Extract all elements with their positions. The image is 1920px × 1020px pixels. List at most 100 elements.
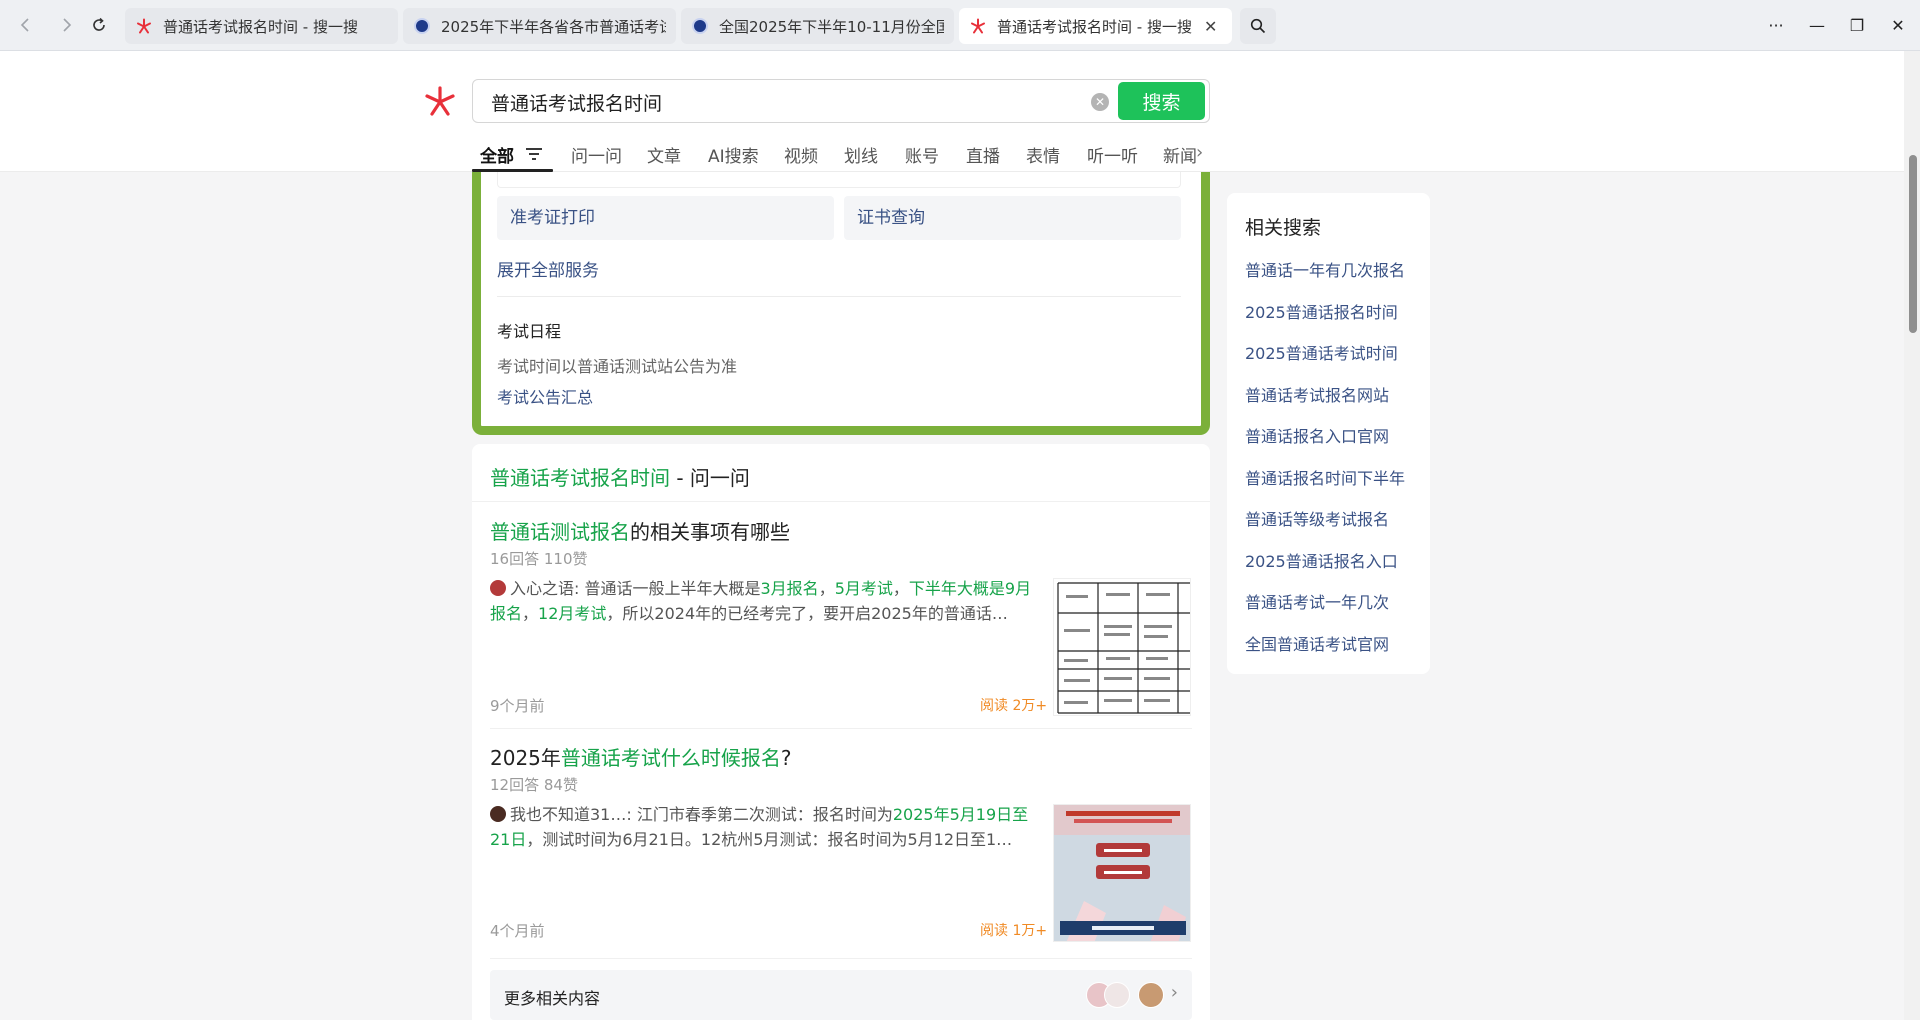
more-related-label: 更多相关内容	[504, 989, 601, 1008]
related-search-link[interactable]: 普通话等级考试报名	[1245, 506, 1389, 530]
tab-articles[interactable]: 文章	[647, 142, 681, 167]
related-search-link[interactable]: 普通话考试一年几次	[1245, 589, 1389, 613]
clear-search-icon[interactable]: ✕	[1091, 93, 1109, 111]
tab-video[interactable]: 视频	[784, 142, 818, 167]
search-box: ✕ 搜索	[472, 79, 1210, 123]
title-rest: ?	[780, 746, 792, 770]
schedule-note: 考试时间以普通话测试站公告为准	[497, 357, 738, 376]
read-count: 阅读 1万+	[980, 923, 1048, 939]
tab-stickers[interactable]: 表情	[1026, 142, 1060, 167]
browser-tab-1[interactable]: 普通话考试报名时间 - 搜一搜	[125, 8, 398, 44]
answer-thumbnail-registration-image[interactable]	[1053, 804, 1191, 942]
tab-title: 全国2025年下半年10-11月份全国	[719, 17, 944, 36]
snippet-text: 江门市春季第二次测试：报名时间为	[636, 805, 893, 824]
scrollbar-thumb[interactable]	[1909, 155, 1917, 333]
sousou-logo-icon[interactable]	[424, 85, 456, 117]
related-search-link[interactable]: 2025普通话报名时间	[1245, 299, 1398, 323]
question-title[interactable]: 普通话测试报名的相关事项有哪些	[490, 516, 790, 545]
page-scrollbar[interactable]	[1904, 51, 1920, 1020]
wenyiwen-header[interactable]: 普通话考试报名时间 - 问一问	[490, 462, 750, 491]
divider	[490, 728, 1192, 729]
reload-button[interactable]	[87, 13, 111, 37]
answer-snippet[interactable]: 入心之语: 普通话一般上半年大概是3月报名，5月考试，下半年大概是9月报名，12…	[490, 576, 1043, 626]
avatar	[1138, 982, 1164, 1008]
tab-news[interactable]: 新闻	[1163, 142, 1197, 167]
restore-button[interactable]: ❐	[1843, 12, 1871, 38]
related-search-link[interactable]: 普通话报名入口官网	[1245, 423, 1389, 447]
search-button[interactable]: 搜索	[1118, 82, 1205, 120]
snippet-text: ，	[522, 604, 539, 623]
more-related-content[interactable]: 更多相关内容 ›	[490, 970, 1192, 1020]
service-admit-card-print[interactable]: 准考证打印	[497, 196, 834, 240]
tab-live[interactable]: 直播	[966, 142, 1000, 167]
search-input[interactable]	[491, 88, 1051, 116]
tab-wenyiwen[interactable]: 问一问	[571, 142, 622, 167]
arrow-left-icon	[20, 18, 29, 32]
question-title[interactable]: 2025年普通话考试什么时候报名?	[490, 742, 792, 771]
forward-button[interactable]	[54, 13, 78, 37]
browser-menu-button[interactable]: ···	[1762, 12, 1790, 38]
minimize-button[interactable]: —	[1803, 12, 1831, 38]
chevron-right-icon: ›	[1170, 982, 1178, 1003]
answer-author: 我也不知道31…:	[510, 805, 637, 824]
divider	[490, 958, 1192, 959]
snippet-highlight: 5月考试	[834, 579, 893, 598]
snippet-text: ，所以2024年的已经考完了，要开启2025年的普通话…	[606, 604, 1008, 623]
related-search-link[interactable]: 普通话报名时间下半年	[1245, 465, 1405, 489]
tabs-scroll-right-icon[interactable]: ›	[1196, 142, 1203, 163]
browser-tab-4-active[interactable]: 普通话考试报名时间 - 搜一搜 ✕	[959, 8, 1232, 44]
related-search-link[interactable]: 普通话一年有几次报名	[1245, 257, 1405, 281]
header-keyword: 普通话考试报名时间	[490, 466, 670, 490]
service-certificate-query[interactable]: 证书查询	[844, 196, 1181, 240]
tab-title: 普通话考试报名时间 - 搜一搜	[163, 17, 358, 36]
snippet-text: ，	[892, 579, 909, 598]
related-search-link[interactable]: 全国普通话考试官网	[1245, 631, 1389, 655]
wenyiwen-card: 普通话考试报名时间 - 问一问 普通话测试报名的相关事项有哪些 16回答 110…	[472, 444, 1210, 1020]
service-card: 准考证打印 证书查询 展开全部服务 考试日程 考试时间以普通话测试站公告为准 考…	[472, 172, 1210, 435]
related-search-link[interactable]: 2025普通话考试时间	[1245, 340, 1398, 364]
title-rest: 的相关事项有哪些	[630, 520, 790, 544]
answer-count: 12回答 84赞	[490, 776, 578, 794]
tab-highlight[interactable]: 划线	[844, 142, 878, 167]
exam-announcements-link[interactable]: 考试公告汇总	[497, 384, 593, 408]
schedule-title: 考试日程	[497, 322, 562, 341]
tab-title: 普通话考试报名时间 - 搜一搜	[997, 17, 1192, 36]
service-row-edge	[497, 172, 1181, 188]
post-time: 4个月前	[490, 922, 545, 940]
sousou-logo-icon	[135, 17, 153, 35]
snippet-text: ，	[818, 579, 835, 598]
snippet-text: ，测试时间为6月21日。12杭州5月测试：报名时间为5月12日至1…	[526, 830, 1013, 849]
avatar	[1104, 982, 1130, 1008]
filter-icon[interactable]	[526, 147, 542, 161]
close-window-button[interactable]: ✕	[1884, 12, 1912, 38]
tab-title: 2025年下半年各省各市普通话考试	[441, 17, 666, 36]
divider	[497, 296, 1181, 297]
snippet-highlight: 3月报名	[760, 579, 819, 598]
related-search-link[interactable]: 普通话考试报名网站	[1245, 382, 1389, 406]
close-tab-icon[interactable]: ✕	[1204, 17, 1217, 36]
header-suffix: - 问一问	[670, 466, 750, 490]
answer-author: 入心之语:	[510, 579, 585, 598]
back-button[interactable]	[14, 13, 38, 37]
tab-search-button[interactable]	[1240, 8, 1276, 44]
browser-tab-2[interactable]: 2025年下半年各省各市普通话考试	[403, 8, 676, 44]
snippet-text: 普通话一般上半年大概是	[584, 579, 761, 598]
divider	[472, 501, 1210, 502]
avatar	[490, 580, 506, 596]
search-icon	[1250, 18, 1266, 34]
expand-all-services-link[interactable]: 展开全部服务	[497, 256, 599, 281]
answer-thumbnail-table-image[interactable]	[1053, 578, 1191, 716]
related-searches-title: 相关搜索	[1245, 217, 1322, 239]
related-searches-panel: 相关搜索 普通话一年有几次报名 2025普通话报名时间 2025普通话考试时间 …	[1227, 193, 1430, 674]
related-search-link[interactable]: 2025普通话报名入口	[1245, 548, 1398, 572]
avatar	[490, 806, 506, 822]
tab-ai-search[interactable]: AI搜索	[708, 142, 759, 167]
answer-snippet[interactable]: 我也不知道31…: 江门市春季第二次测试：报名时间为2025年5月19日至21日…	[490, 802, 1043, 852]
tab-all[interactable]: 全部	[480, 142, 514, 167]
reload-icon	[93, 17, 105, 31]
arrow-right-icon	[63, 18, 72, 32]
tab-accounts[interactable]: 账号	[905, 142, 939, 167]
browser-tab-3[interactable]: 全国2025年下半年10-11月份全国	[681, 8, 954, 44]
tab-listen[interactable]: 听一听	[1087, 142, 1138, 167]
search-header: ✕ 搜索 全部 问一问 文章 AI搜索 视频 划线 账号 直播 表情 听一听 新…	[0, 51, 1904, 172]
